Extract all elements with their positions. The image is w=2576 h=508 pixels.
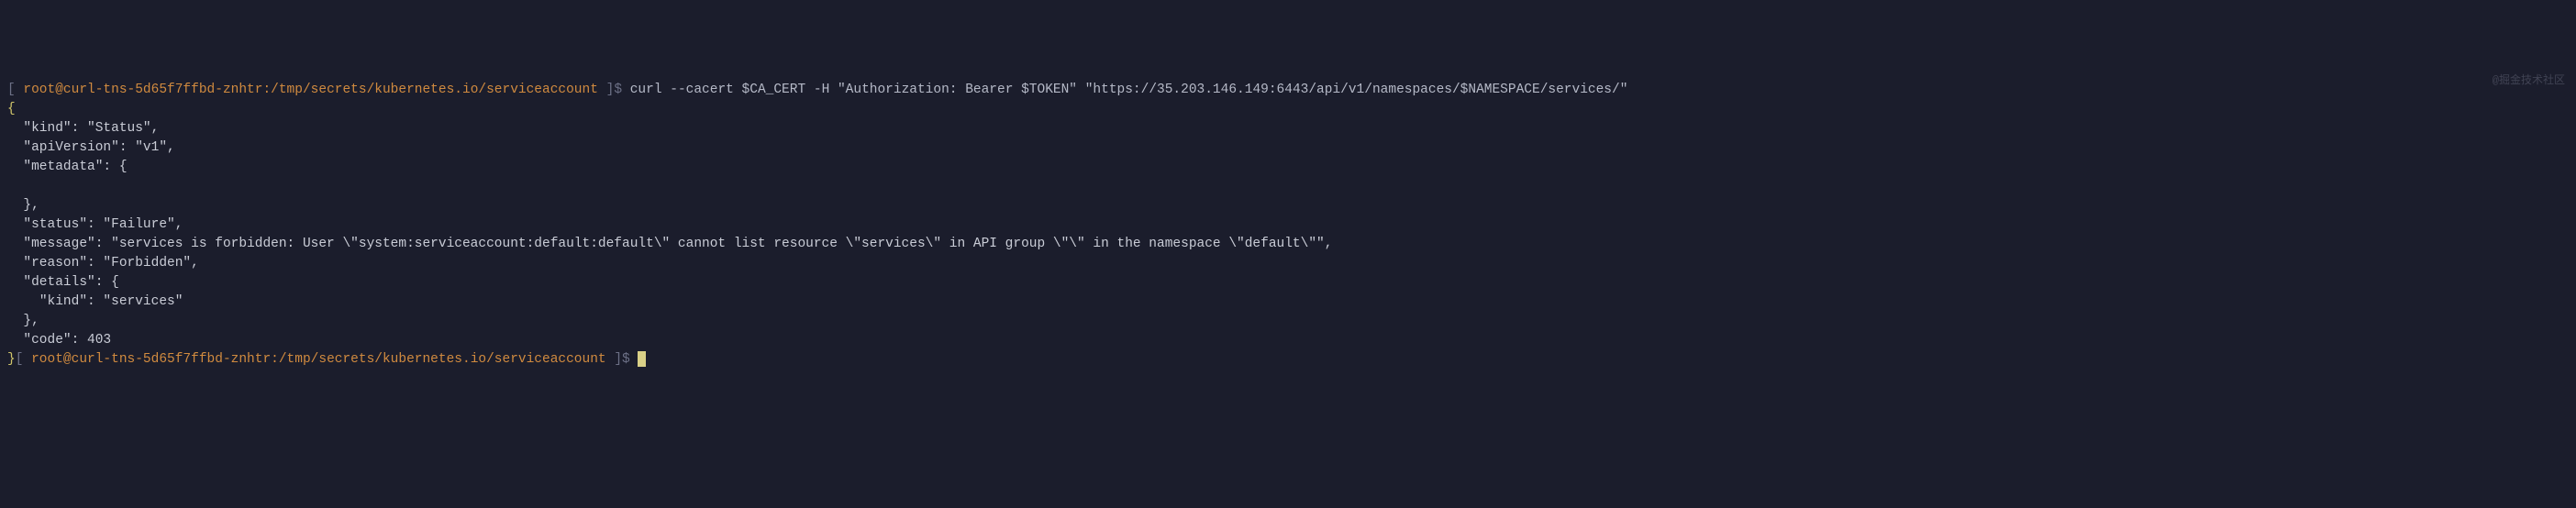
prompt-line-2: [ root@curl-tns-5d65f7ffbd-znhtr:/tmp/se… [16,352,647,367]
json-code: "code": 403 [7,333,111,348]
json-details-open: "details": { [7,275,119,290]
json-details-kind: "kind": "services" [7,294,183,309]
prompt-dollar: $ [614,83,622,97]
cursor[interactable] [638,351,646,367]
prompt-open-bracket-2: [ [16,352,31,367]
json-metadata-open: "metadata": { [7,160,128,174]
prompt-user-host-2: root@curl-tns-5d65f7ffbd-znhtr: [31,352,279,367]
json-api-version: "apiVersion": "v1", [7,140,175,155]
json-reason: "reason": "Forbidden", [7,256,199,271]
prompt-close-bracket-2: ] [606,352,622,367]
json-message: "message": "services is forbidden: User … [7,237,1332,251]
json-close-brace: } [7,352,16,367]
json-details-close: }, [7,314,39,328]
prompt-dollar-2: $ [622,352,630,367]
json-open-brace: { [7,102,16,116]
prompt-open-bracket: [ [7,83,23,97]
json-metadata-blank [7,179,39,193]
watermark: @掘金技术社区 [2493,73,2565,89]
terminal-output[interactable]: [ root@curl-tns-5d65f7ffbd-znhtr:/tmp/se… [7,81,2569,370]
command-text: curl --cacert $CA_CERT -H "Authorization… [622,83,1627,97]
prompt-line-1: [ root@curl-tns-5d65f7ffbd-znhtr:/tmp/se… [7,83,1627,97]
prompt-user-host: root@curl-tns-5d65f7ffbd-znhtr: [23,83,271,97]
prompt-path-2: /tmp/secrets/kubernetes.io/serviceaccoun… [279,352,606,367]
prompt-close-bracket: ] [598,83,614,97]
prompt-path: /tmp/secrets/kubernetes.io/serviceaccoun… [271,83,598,97]
json-status: "status": "Failure", [7,217,183,232]
json-metadata-close: }, [7,198,39,213]
json-kind: "kind": "Status", [7,121,159,136]
